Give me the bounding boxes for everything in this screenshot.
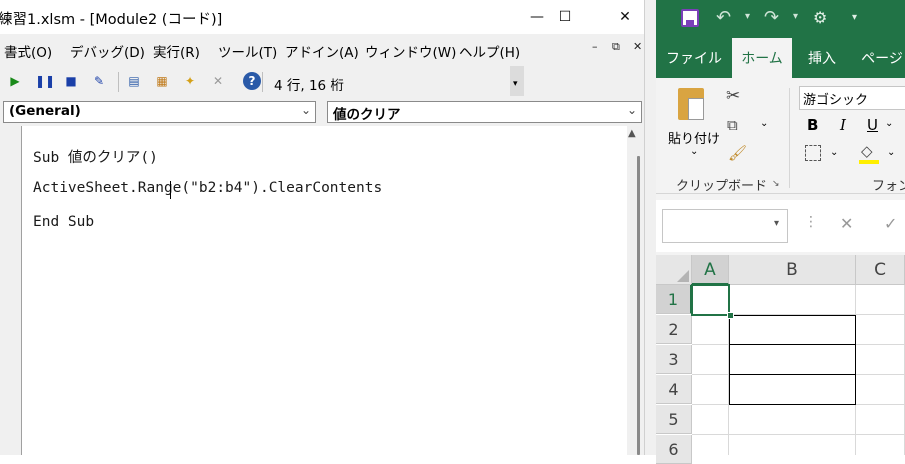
scroll-up-icon[interactable]: ▲ (628, 128, 636, 139)
menu-debug[interactable]: デバッグ(D) (70, 41, 145, 61)
text-caret (170, 181, 171, 199)
fill-color-icon[interactable]: ◇ (861, 142, 873, 160)
tab-page-layout[interactable]: ページ (857, 38, 905, 78)
row-header-4[interactable]: 4 (656, 375, 692, 404)
tab-file[interactable]: ファイル (656, 38, 732, 78)
copy-icon[interactable]: ⧉ (727, 116, 738, 134)
vba-window-title: 練習1.xlsm - [Module2 (コード)] (0, 12, 223, 28)
copy-dropdown-icon[interactable]: ⌄ (760, 118, 768, 129)
toolbar-separator (118, 72, 119, 92)
cancel-icon[interactable]: ✕ (840, 214, 853, 233)
cursor-position: 4 行, 16 桁 (274, 78, 344, 94)
procedure-combo-value: 値のクリア (333, 107, 401, 123)
vertical-scrollbar[interactable] (627, 126, 644, 455)
code-margin-bar (0, 126, 22, 455)
font-name-box[interactable]: 游ゴシック (799, 86, 905, 110)
fill-color-swatch (859, 160, 879, 164)
window-border (644, 0, 656, 455)
toolbox-icon[interactable]: ✕ (210, 73, 226, 89)
undo-dropdown-icon[interactable]: ▾ (745, 11, 750, 22)
row-header-1[interactable]: 1 (656, 285, 692, 314)
toolbar-separator (262, 72, 263, 92)
paste-button-label[interactable]: 貼り付け (668, 128, 720, 147)
mdi-close-button[interactable]: ✕ (633, 40, 642, 53)
toolbar-overflow-button[interactable]: ▾ (510, 66, 524, 96)
row-header-6[interactable]: 6 (656, 435, 692, 464)
scrollbar-thumb[interactable] (637, 156, 640, 455)
column-header-b[interactable]: B (729, 255, 856, 285)
font-name-value: 游ゴシック (803, 93, 869, 108)
paste-dropdown-icon[interactable]: ⌄ (690, 146, 698, 157)
object-browser-icon[interactable]: ✦ (182, 73, 198, 89)
maximize-button[interactable]: ☐ (537, 0, 593, 34)
object-combo-value: (General) (9, 103, 81, 119)
menu-run[interactable]: 実行(R) (153, 41, 200, 61)
active-cell-a1[interactable] (691, 284, 730, 316)
cell-border (729, 344, 856, 345)
borders-icon[interactable] (805, 145, 821, 161)
stop-icon[interactable]: ■ (63, 73, 79, 89)
italic-button[interactable]: I (840, 116, 846, 134)
tab-insert[interactable]: 挿入 (796, 38, 848, 78)
column-header-a[interactable]: A (692, 255, 729, 285)
macro-security-icon[interactable]: ⚙ (813, 8, 827, 27)
redo-dropdown-icon[interactable]: ▾ (793, 11, 798, 22)
bold-button[interactable]: B (807, 116, 818, 134)
column-header-c[interactable]: C (856, 255, 905, 285)
chevron-down-icon: ▾ (773, 218, 779, 229)
row-header-3[interactable]: 3 (656, 345, 692, 374)
design-mode-icon[interactable]: ✎ (91, 73, 107, 89)
row-header-5[interactable]: 5 (656, 405, 692, 434)
code-pane[interactable] (0, 126, 655, 455)
properties-icon[interactable]: ▦ (154, 73, 170, 89)
group-separator (789, 88, 790, 188)
dialog-launcher-icon[interactable]: ↘ (772, 179, 780, 189)
clipboard-group-label: クリップボード (676, 179, 768, 194)
mdi-minimize-button[interactable]: – (592, 40, 598, 53)
chevron-down-icon: ⌄ (300, 103, 311, 117)
bordered-range[interactable] (729, 315, 856, 405)
cell-border (729, 374, 856, 375)
select-all-corner[interactable] (656, 255, 692, 285)
customize-qat-icon[interactable]: ▾ (852, 12, 857, 23)
enter-icon[interactable]: ✓ (884, 214, 897, 233)
cut-icon[interactable]: ✂ (726, 86, 740, 106)
menu-format[interactable]: 書式(O) (4, 41, 52, 61)
gridline (692, 434, 905, 435)
code-line[interactable]: ActiveSheet.Range("b2:b4").ClearContents (33, 180, 382, 196)
fill-color-dropdown-icon[interactable]: ⌄ (887, 147, 895, 158)
formula-bar-grip: ⋮ (804, 214, 818, 230)
code-line[interactable]: Sub 値のクリア() (33, 146, 158, 167)
object-combo[interactable]: (General) ⌄ (3, 101, 316, 123)
project-explorer-icon[interactable]: ▤ (126, 73, 142, 89)
help-icon[interactable]: ? (243, 72, 261, 90)
code-line[interactable]: End Sub (33, 214, 94, 230)
row-header-2[interactable]: 2 (656, 315, 692, 344)
procedure-combo[interactable]: 値のクリア ⌄ (327, 101, 642, 123)
format-painter-icon[interactable]: 🖌 (728, 144, 747, 162)
menu-addins[interactable]: アドイン(A) (285, 41, 359, 61)
paste-icon[interactable] (678, 88, 704, 120)
menu-window[interactable]: ウィンドウ(W) (365, 41, 456, 61)
save-icon[interactable] (681, 9, 699, 27)
redo-icon[interactable]: ↷ (764, 7, 779, 28)
mdi-restore-button[interactable]: ⧉ (612, 40, 620, 54)
name-box[interactable]: ▾ (662, 209, 788, 243)
tab-home[interactable]: ホーム (732, 38, 792, 78)
borders-dropdown-icon[interactable]: ⌄ (830, 147, 838, 158)
run-icon[interactable]: ▶ (7, 73, 23, 89)
font-group-label: フォン (872, 179, 905, 194)
underline-dropdown-icon[interactable]: ⌄ (885, 118, 893, 129)
menu-help[interactable]: ヘルプ(H) (459, 41, 520, 61)
fill-handle[interactable] (727, 312, 734, 319)
chevron-down-icon: ⌄ (626, 103, 637, 117)
pause-icon[interactable]: ❚❚ (35, 73, 55, 89)
menu-tools[interactable]: ツール(T) (218, 41, 277, 61)
underline-button[interactable]: U (867, 116, 878, 134)
undo-icon[interactable]: ↶ (716, 7, 731, 28)
